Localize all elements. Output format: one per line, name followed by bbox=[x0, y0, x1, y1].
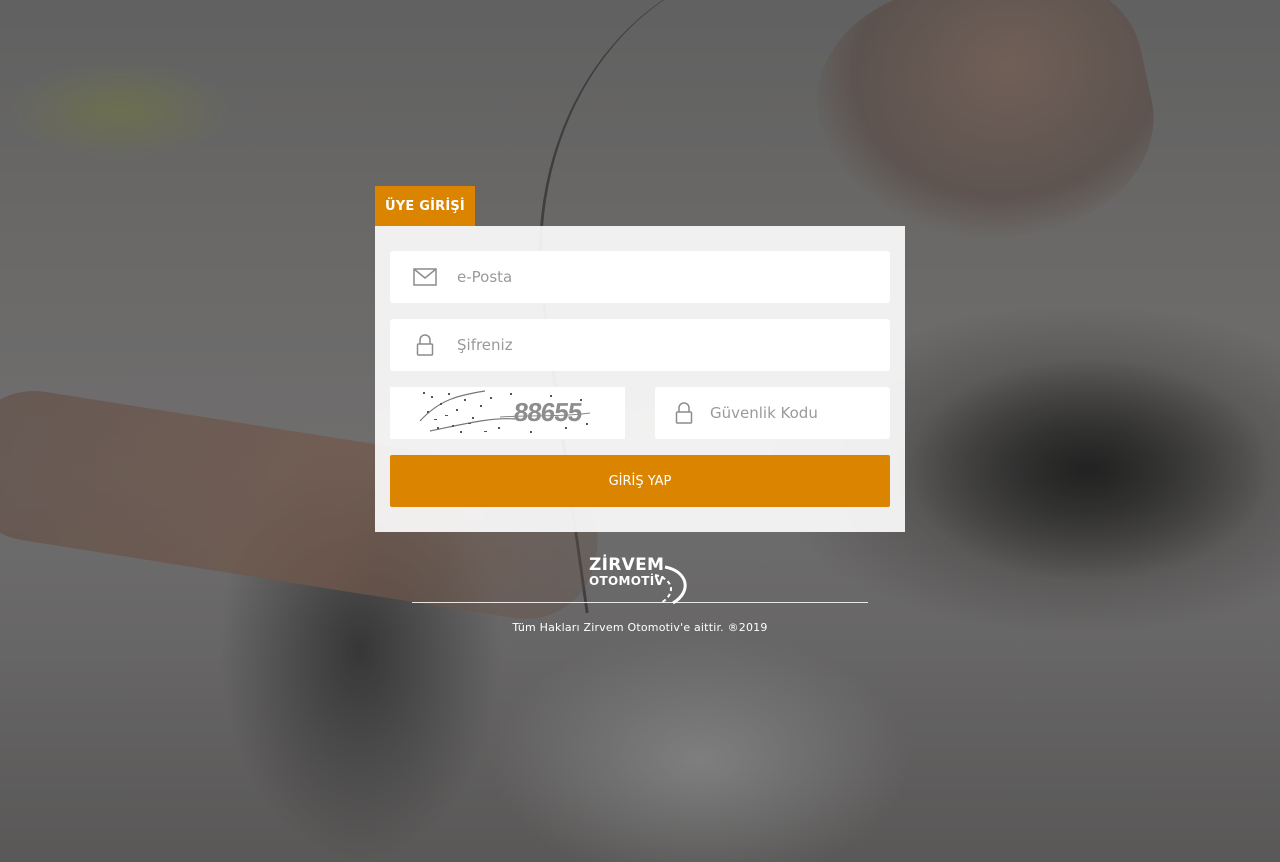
brand-logo: ZİRVEM OTOMOTİV bbox=[589, 553, 693, 605]
lock-icon bbox=[675, 398, 693, 428]
login-tab: ÜYE GİRİŞİ bbox=[375, 186, 475, 226]
copyright-text: Tüm Hakları Zirvem Otomotiv'e aittir. ®2… bbox=[512, 621, 768, 634]
login-tab-label: ÜYE GİRİŞİ bbox=[385, 198, 465, 214]
password-input[interactable] bbox=[455, 318, 890, 372]
email-field[interactable] bbox=[390, 250, 890, 304]
password-field[interactable] bbox=[390, 318, 890, 372]
login-button[interactable]: GİRİŞ YAP bbox=[390, 455, 890, 507]
road-swoosh-icon bbox=[654, 565, 687, 605]
login-form: 88655 GİRİŞ YAP bbox=[375, 226, 906, 532]
security-code-input[interactable] bbox=[708, 386, 906, 440]
captcha-text: 88655 bbox=[512, 397, 583, 427]
security-code-field[interactable] bbox=[655, 386, 906, 440]
footer-divider bbox=[412, 602, 868, 603]
email-input[interactable] bbox=[455, 250, 890, 304]
lock-icon bbox=[410, 330, 440, 360]
captcha-image: 88655 bbox=[390, 387, 625, 439]
envelope-icon bbox=[410, 262, 440, 292]
